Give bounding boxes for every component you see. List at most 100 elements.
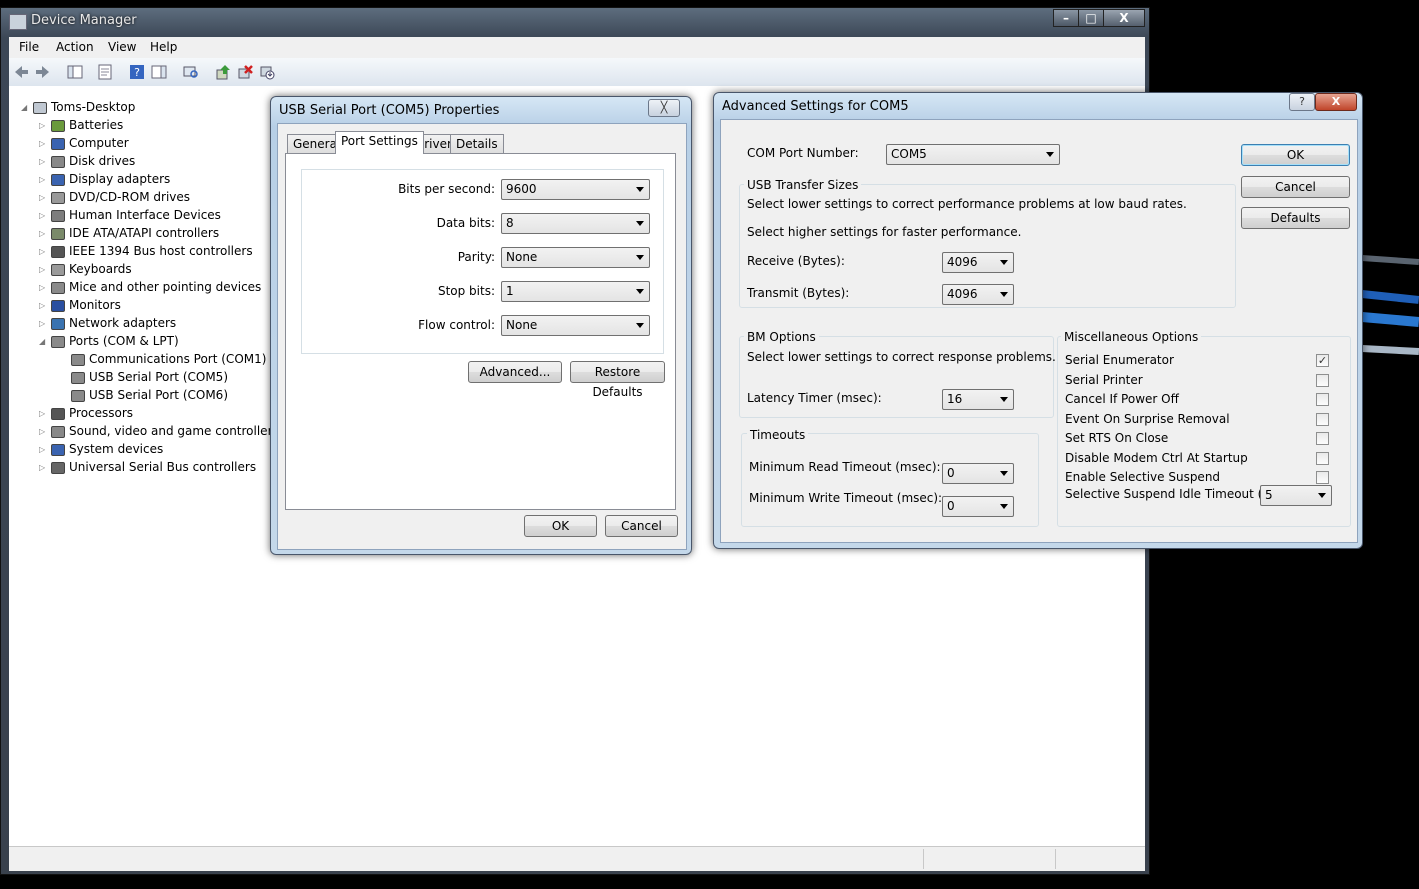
help-icon[interactable]: ? — [129, 64, 145, 80]
properties-ok-button[interactable]: OK — [524, 515, 597, 537]
uninstall-icon[interactable] — [237, 64, 253, 80]
menu-action[interactable]: Action — [56, 40, 94, 54]
collapsed-arrow-icon[interactable]: ▷ — [39, 459, 47, 477]
collapsed-arrow-icon[interactable]: ▷ — [39, 441, 47, 459]
port-setting-select[interactable]: 8 — [501, 213, 650, 234]
tree-item[interactable]: ▷ Mice and other pointing devices — [39, 278, 261, 296]
chevron-down-icon — [1000, 471, 1008, 476]
restore-defaults-button[interactable]: Restore Defaults — [570, 361, 665, 399]
misc-option-checkbox[interactable] — [1316, 393, 1329, 406]
advanced-button[interactable]: Advanced... — [468, 361, 562, 383]
update-driver-icon[interactable] — [215, 64, 231, 80]
misc-option-checkbox[interactable] — [1316, 412, 1329, 426]
tab-port-settings[interactable]: Port Settings — [335, 131, 424, 154]
tree-item[interactable]: ▷ System devices — [39, 440, 163, 458]
misc-option-checkbox[interactable] — [1316, 471, 1329, 484]
properties-icon[interactable] — [97, 64, 113, 80]
expanded-arrow-icon[interactable]: ◢ — [21, 99, 29, 117]
receive-select[interactable]: 4096 — [942, 252, 1014, 273]
close-button[interactable]: X — [1103, 9, 1145, 27]
tree-item[interactable]: ▷ IEEE 1394 Bus host controllers — [39, 242, 253, 260]
misc-option-checkbox[interactable] — [1316, 432, 1329, 445]
menu-view[interactable]: View — [108, 40, 136, 54]
collapsed-arrow-icon[interactable]: ▷ — [39, 153, 47, 171]
collapsed-arrow-icon[interactable]: ▷ — [39, 171, 47, 189]
properties-close-button[interactable]: ╳ — [648, 99, 680, 117]
collapsed-arrow-icon[interactable]: ▷ — [39, 225, 47, 243]
advanced-ok-button[interactable]: OK — [1241, 144, 1350, 166]
collapsed-arrow-icon[interactable]: ▷ — [39, 261, 47, 279]
port-setting-select[interactable]: None — [501, 315, 650, 336]
advanced-close-button[interactable]: X — [1315, 93, 1357, 111]
tree-root-computer[interactable]: ◢ Toms-Desktop — [21, 98, 135, 116]
advanced-dialog-body: COM Port Number: COM5 OK Cancel Defaults… — [720, 119, 1358, 543]
tab-panel: Bits per second: 9600 Data bits: 8 Parity: No… — [285, 153, 676, 510]
misc-option-checkbox[interactable] — [1316, 373, 1329, 387]
transmit-select[interactable]: 4096 — [942, 284, 1014, 305]
back-icon[interactable] — [13, 64, 29, 80]
tree-item[interactable]: ▷ Computer — [39, 134, 129, 152]
tree-item[interactable]: ▷ Display adapters — [39, 170, 170, 188]
menu-file[interactable]: File — [19, 40, 39, 54]
tree-item[interactable]: ▷ Keyboards — [39, 260, 132, 278]
disable-icon[interactable] — [259, 64, 275, 80]
port-setting-value: None — [506, 318, 538, 332]
misc-option-checkbox[interactable]: ✓ — [1316, 354, 1329, 367]
tree-item[interactable]: ▷ Processors — [39, 404, 133, 422]
transmit-label: Transmit (Bytes): — [747, 286, 850, 300]
forward-icon[interactable] — [35, 64, 51, 80]
misc-option-label: Cancel If Power Off — [1065, 392, 1179, 406]
latency-timer-select[interactable]: 16 — [942, 389, 1014, 410]
tree-item-label: Network adapters — [69, 316, 177, 330]
collapsed-arrow-icon[interactable]: ▷ — [39, 117, 47, 135]
tree-item[interactable]: ▷ Batteries — [39, 116, 123, 134]
tree-child-item[interactable]: USB Serial Port (COM6) — [59, 386, 228, 404]
port-setting-select[interactable]: 1 — [501, 281, 650, 302]
collapsed-arrow-icon[interactable]: ▷ — [39, 423, 47, 441]
misc-options-title: Miscellaneous Options — [1061, 330, 1202, 344]
com-port-select[interactable]: COM5 — [886, 144, 1060, 165]
tree-item[interactable]: ▷ Human Interface Devices — [39, 206, 221, 224]
tree-item-label: Mice and other pointing devices — [69, 280, 262, 294]
tab-details[interactable]: Details — [450, 134, 504, 154]
dvd-drive-icon — [51, 191, 65, 204]
minimize-button[interactable]: – — [1053, 9, 1079, 27]
misc-option-label: Serial Printer — [1065, 372, 1143, 387]
properties-cancel-button[interactable]: Cancel — [605, 515, 678, 537]
scan-hardware-icon[interactable] — [183, 64, 199, 80]
tree-child-item[interactable]: Communications Port (COM1) — [59, 350, 266, 368]
collapsed-arrow-icon[interactable]: ▷ — [39, 315, 47, 333]
collapsed-arrow-icon[interactable]: ▷ — [39, 135, 47, 153]
collapsed-arrow-icon[interactable]: ▷ — [39, 189, 47, 207]
tree-item[interactable]: ▷ DVD/CD-ROM drives — [39, 188, 190, 206]
tree-item[interactable]: ◢ Ports (COM & LPT) — [39, 332, 179, 350]
collapsed-arrow-icon[interactable]: ▷ — [39, 207, 47, 225]
min-read-timeout-select[interactable]: 0 — [942, 463, 1014, 484]
tree-item[interactable]: ▷ IDE ATA/ATAPI controllers — [39, 224, 219, 242]
collapsed-arrow-icon[interactable]: ▷ — [39, 405, 47, 423]
port-setting-label: Stop bits: — [437, 284, 495, 298]
defaults-button[interactable]: Defaults — [1241, 207, 1350, 229]
tree-child-item[interactable]: USB Serial Port (COM5) — [59, 368, 228, 386]
tree-item[interactable]: ▷ Network adapters — [39, 314, 176, 332]
help-button[interactable]: ? — [1289, 93, 1315, 111]
show-hide-console-tree-icon[interactable] — [67, 64, 83, 80]
chevron-down-icon — [636, 221, 644, 226]
maximize-button[interactable]: □ — [1078, 9, 1104, 27]
expanded-arrow-icon[interactable]: ◢ — [39, 333, 47, 351]
menu-help[interactable]: Help — [150, 40, 177, 54]
tree-item[interactable]: ▷ Monitors — [39, 296, 121, 314]
action-pane-icon[interactable] — [151, 64, 167, 80]
collapsed-arrow-icon[interactable]: ▷ — [39, 279, 47, 297]
selective-suspend-timeout-select[interactable]: 5 — [1260, 485, 1332, 506]
port-setting-select[interactable]: 9600 — [501, 179, 650, 200]
misc-option-checkbox[interactable] — [1316, 451, 1329, 465]
tree-item[interactable]: ▷ Disk drives — [39, 152, 135, 170]
port-setting-select[interactable]: None — [501, 247, 650, 268]
collapsed-arrow-icon[interactable]: ▷ — [39, 297, 47, 315]
collapsed-arrow-icon[interactable]: ▷ — [39, 243, 47, 261]
tree-item[interactable]: ▷ Sound, video and game controllers — [39, 422, 279, 440]
advanced-cancel-button[interactable]: Cancel — [1241, 176, 1350, 198]
min-write-timeout-select[interactable]: 0 — [942, 496, 1014, 517]
tree-item[interactable]: ▷ Universal Serial Bus controllers — [39, 458, 256, 476]
